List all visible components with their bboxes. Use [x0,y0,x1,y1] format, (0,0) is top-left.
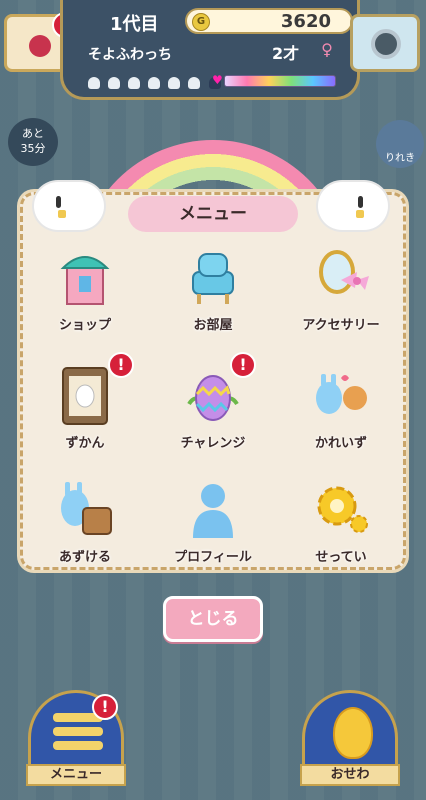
rice-ball-icon [108,76,121,89]
rice-ball-icon [88,76,100,89]
history-label: りれき [385,153,415,164]
timer-line2: 35分 [20,142,46,155]
coin-value: 3620 [280,11,331,32]
menu-item-shop[interactable]: ショップ [30,240,140,340]
menu-item-deposit[interactable]: あずける [30,472,140,572]
camera-button[interactable] [350,14,420,72]
rice-ball-icon [168,76,181,89]
menu-item-label: ショップ [58,318,111,333]
close-button[interactable]: とじる [163,596,263,642]
timer-line1: あと [22,127,44,140]
menu-item-label: せってい [315,550,367,565]
rice-ball-icon [148,76,161,89]
menu-item-label: プロフィール [174,550,252,565]
pet-age: 2才 [272,44,300,63]
menu-alert-badge: ! [92,694,118,720]
gender-icon: ♀ [321,40,333,59]
menu-item-label: あずける [58,550,111,565]
pet-name: そよふわっち [88,47,172,63]
wax-seal-icon [29,35,51,57]
menu-item-label: かれいず [314,436,367,451]
profile-icon [193,484,233,538]
coin-icon: G [192,13,210,31]
menu-item-profile[interactable]: プロフィール [158,472,268,572]
history-button[interactable]: りれき [376,120,424,168]
settings-gear-icon [317,486,368,533]
menu-grid: ショップ お部屋 アクセサリー ずかん ! チャレンジ ! かれいず あずける … [30,240,396,565]
challenge-alert-badge: ! [230,352,256,378]
family-tree-icon [316,374,367,414]
menu-item-label: チャレンジ [180,436,246,451]
coin-counter: G 3620 [185,8,353,34]
menu-item-label: お部屋 [193,318,233,333]
egg-icon [333,707,373,759]
heart-icon: ♥ [212,73,223,87]
room-icon [192,253,234,304]
encyclopedia-alert-badge: ! [108,352,134,378]
affection-gauge [224,75,336,87]
rice-ball-icon [188,76,201,89]
cloud-bird-left-icon [34,182,104,230]
menu-nav-label: メニュー [26,764,126,786]
menu-item-room[interactable]: お部屋 [158,240,268,340]
timer-badge: あと 35分 [8,118,58,166]
care-nav-label: おせわ [300,764,400,786]
accessory-icon [319,250,369,294]
menu-item-label: アクセサリー [302,318,380,333]
cloud-bird-right-icon [318,182,388,230]
menu-item-family-tree[interactable]: かれいず [286,358,396,458]
deposit-icon [61,482,112,535]
stats-row: ♥ [88,72,338,90]
menu-item-accessory[interactable]: アクセサリー [286,240,396,340]
generation-label: 1代目 [110,14,159,35]
encyclopedia-icon [62,367,108,425]
shop-icon [60,256,110,305]
menu-item-label: ずかん [65,436,105,451]
camera-icon [371,29,401,59]
rice-ball-icon [128,76,141,89]
menu-title: メニュー [128,196,298,232]
menu-list-icon [53,713,103,755]
menu-item-settings[interactable]: せってい [286,472,396,572]
